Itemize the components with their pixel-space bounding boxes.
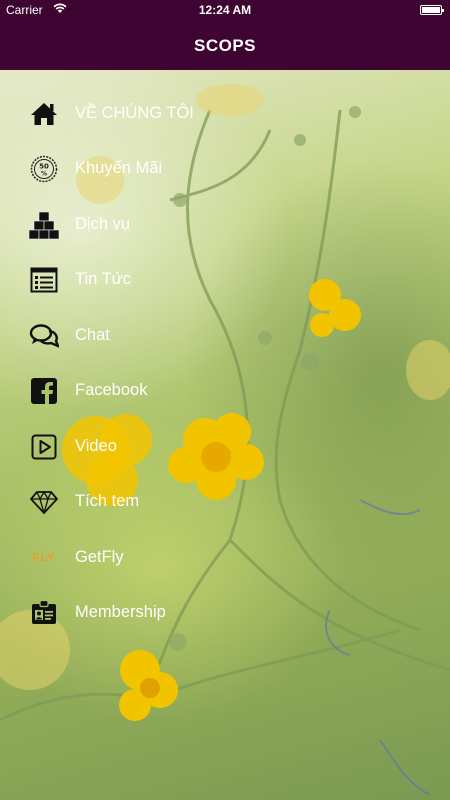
facebook-icon: [28, 377, 60, 405]
cubes-icon: [28, 211, 60, 240]
menu-item-dich-vu[interactable]: Dịch vụ: [0, 202, 300, 248]
status-bar: Carrier 12:24 AM: [0, 0, 450, 20]
menu-item-ve-chung-toi[interactable]: VỀ CHÚNG TÔI: [0, 91, 300, 137]
menu-item-label: Tin Tức: [75, 270, 131, 288]
diamond-icon: [28, 488, 60, 516]
svg-text:50: 50: [39, 163, 49, 171]
home-icon: [28, 100, 60, 128]
news-list-icon: [28, 266, 60, 294]
menu-item-label: Video: [75, 437, 117, 455]
menu-item-facebook[interactable]: Facebook: [0, 368, 300, 414]
menu-item-khuyen-mai[interactable]: 50 % Khuyến Mãi: [0, 146, 300, 192]
menu-item-label: VỀ CHÚNG TÔI: [75, 104, 194, 122]
menu-item-membership[interactable]: Membership: [0, 590, 300, 636]
menu-item-label: Chat: [75, 326, 110, 344]
clock: 12:24 AM: [198, 3, 252, 17]
menu-item-label: Khuyến Mãi: [75, 159, 163, 177]
menu-item-tich-tem[interactable]: Tích tem: [0, 479, 300, 525]
getfly-logo-text: FLY: [32, 552, 56, 564]
menu-item-tin-tuc[interactable]: Tin Tức: [0, 257, 300, 303]
page-title: SCOPS: [193, 36, 257, 55]
menu-item-label: Tích tem: [75, 492, 140, 510]
menu-item-label: Facebook: [75, 381, 148, 399]
menu-item-video[interactable]: Video: [0, 424, 300, 470]
getfly-logo-icon: FLY: [28, 544, 60, 572]
menu-item-label: GetFly: [75, 548, 124, 566]
chat-bubbles-icon: [28, 322, 60, 350]
menu-item-label: Membership: [75, 603, 166, 621]
menu-item-getfly[interactable]: FLY GetFly: [0, 535, 300, 581]
menu-item-chat[interactable]: Chat: [0, 313, 300, 359]
menu-item-label: Dịch vụ: [75, 215, 131, 233]
nav-bar: SCOPS: [0, 20, 450, 70]
discount-badge-icon: 50 %: [28, 155, 60, 183]
svg-text:%: %: [41, 171, 47, 178]
battery-icon: [420, 5, 444, 15]
video-play-icon: [28, 433, 60, 461]
membership-card-icon: [28, 599, 60, 627]
